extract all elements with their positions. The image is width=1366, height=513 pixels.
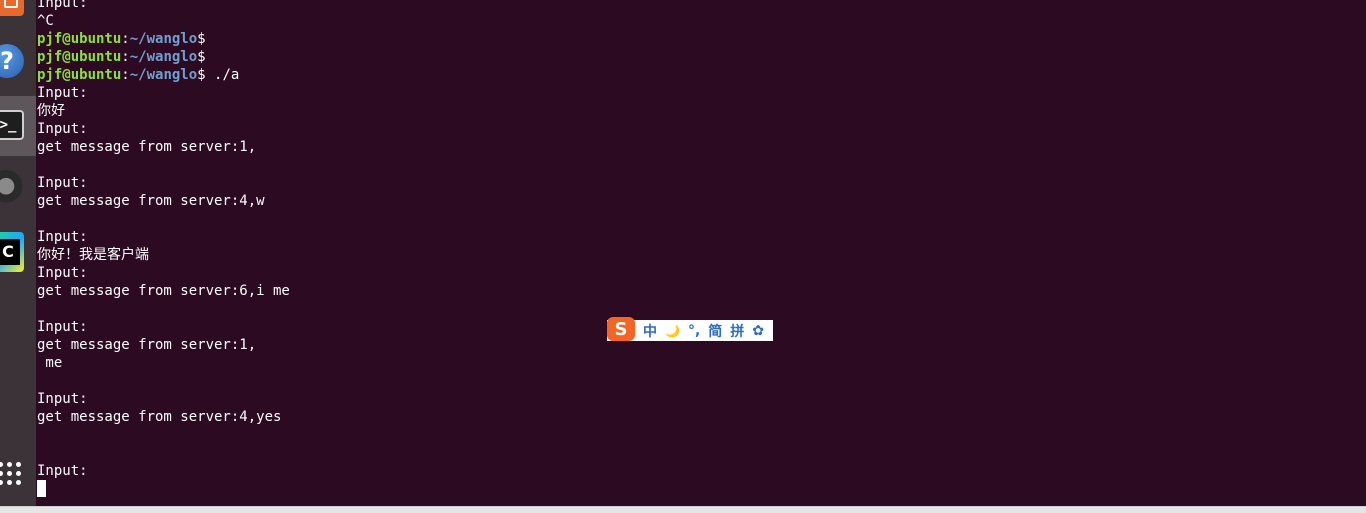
command-text: ./a [205, 67, 240, 83]
gear-icon[interactable]: ✿ [752, 323, 764, 339]
prompt-line: pjf@ubuntu:~/wanglo$ [37, 30, 1366, 48]
terminal-line: Input: [37, 175, 88, 191]
sogou-logo-icon[interactable]: S [607, 317, 635, 341]
terminal-line: Input: [37, 85, 88, 101]
prompt-path: ~/wanglo [129, 49, 198, 65]
terminal-line: 你好！我是客户端 [37, 247, 149, 263]
prompt-user: pjf@ubuntu [37, 31, 122, 47]
terminal-line: Input: [37, 463, 88, 479]
show-applications-icon[interactable] [0, 458, 24, 488]
punctuation-toggle[interactable]: °, [688, 323, 700, 339]
help-icon[interactable]: ? [0, 44, 24, 78]
terminal-line: get message from server:1, [37, 139, 257, 155]
prompt-user: pjf@ubuntu [37, 67, 122, 83]
terminal-output[interactable]: Input: ^C pjf@ubuntu:~/wanglo$ pjf@ubunt… [37, 0, 1366, 500]
moon-icon[interactable]: 🌙 [665, 324, 680, 338]
terminal-line: Input: [37, 229, 88, 245]
text-cursor [37, 480, 46, 497]
prompt-dollar: $ [197, 31, 206, 47]
prompt-colon: : [121, 49, 130, 65]
software-center-icon[interactable] [0, 0, 24, 16]
launcher-bar: ? >_ C [0, 0, 36, 506]
cursor-line [37, 480, 1366, 498]
terminal-line: get message from server:4,w [37, 193, 265, 209]
pinyin-toggle[interactable]: 拼 [730, 321, 744, 341]
system-settings-icon[interactable] [0, 170, 24, 206]
terminal-icon[interactable]: >_ [0, 110, 24, 140]
ime-mode-toggle[interactable]: 中 [643, 321, 657, 341]
prompt-line: pjf@ubuntu:~/wanglo$ [37, 48, 1366, 66]
terminal-line: ^C [37, 13, 54, 29]
prompt-colon: : [121, 67, 130, 83]
terminal-line: me [37, 355, 63, 371]
prompt-line: pjf@ubuntu:~/wanglo$ ./a [37, 66, 1366, 84]
prompt-user: pjf@ubuntu [37, 49, 122, 65]
clion-icon[interactable]: C [0, 232, 24, 272]
prompt-path: ~/wanglo [129, 67, 198, 83]
prompt-path: ~/wanglo [129, 31, 198, 47]
terminal-line: Input: [37, 265, 88, 281]
terminal-line: Input: [37, 121, 88, 137]
prompt-dollar: $ [197, 49, 206, 65]
help-glyph: ? [0, 47, 14, 75]
terminal-glyph: >_ [0, 117, 17, 133]
clion-glyph: C [0, 239, 20, 265]
terminal-line: get message from server:6,i me [37, 283, 290, 299]
bottom-panel [0, 506, 1366, 513]
simplified-toggle[interactable]: 简 [708, 321, 722, 341]
terminal-line: Input: [37, 391, 88, 407]
prompt-colon: : [121, 31, 130, 47]
terminal-line: Input: [37, 0, 88, 11]
prompt-dollar: $ [197, 67, 206, 83]
ime-status-bar[interactable]: S 中 🌙 °, 简 拼 ✿ [607, 317, 773, 341]
terminal-line: get message from server:4,yes [37, 409, 282, 425]
terminal-line: 你好 [37, 103, 65, 119]
